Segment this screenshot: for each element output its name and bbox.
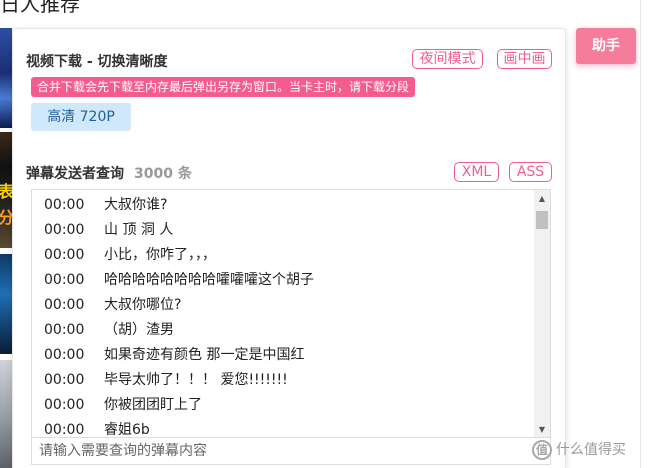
danmaku-time: 00:00 <box>44 372 85 388</box>
danmaku-content: 哈哈哈哈哈哈哈哈嚯嚯嚯这个胡子 <box>104 272 314 288</box>
merge-download-warning: 合并下载会先下载至内存最后弹出另存为窗口。当卡主时，请下载分段 <box>31 77 416 97</box>
background-heading: 日人推荐 <box>0 0 80 16</box>
danmaku-search-input[interactable] <box>31 437 551 465</box>
picture-in-picture-button[interactable]: 画中画 <box>497 49 552 69</box>
helper-panel: 视频下载 - 切换清晰度 夜间模式 画中画 合并下载会先下载至内存最后弹出另存为… <box>12 28 566 468</box>
watermark-text: 什么值得买 <box>556 442 626 458</box>
thumbnail-3[interactable] <box>0 254 12 354</box>
ass-download-button[interactable]: ASS <box>509 162 552 182</box>
scroll-up-arrow-icon[interactable]: ▲ <box>534 190 550 207</box>
xml-download-button[interactable]: XML <box>454 162 499 182</box>
danmaku-content: 如果奇迹有颜色 那一定是中国红 <box>104 347 305 363</box>
watermark-logo-icon: 值 <box>532 440 552 460</box>
danmaku-list[interactable]: 00:00 大叔你谁? 00:00 山 顶 洞 人 00:00 小比，你咋了，，， 0… <box>31 189 551 437</box>
danmaku-time: 00:00 <box>44 247 85 263</box>
danmaku-content: 你被团团盯上了 <box>104 397 202 413</box>
background-divider <box>640 0 641 468</box>
background-right-area <box>565 0 649 468</box>
danmaku-time: 00:00 <box>44 347 85 363</box>
danmaku-time: 00:00 <box>44 422 85 437</box>
thumbnail-2[interactable]: 表 分 <box>0 132 12 248</box>
watermark: 值什么值得买 <box>532 436 626 464</box>
danmaku-content: 大叔你哪位? <box>104 297 182 313</box>
danmaku-query-title: 弹幕发送者查询 3000 条 <box>26 163 192 183</box>
danmaku-time: 00:00 <box>44 322 85 338</box>
danmaku-list-scrollbar[interactable]: ▲ ▼ <box>534 190 550 437</box>
thumbnail-1[interactable] <box>0 28 12 128</box>
danmaku-time: 00:00 <box>44 222 85 238</box>
thumbnail-glyph: 表 <box>0 182 12 201</box>
danmaku-content: （胡）渣男 <box>104 322 174 338</box>
danmaku-content: 睿姐6b <box>104 422 150 437</box>
danmaku-time: 00:00 <box>44 272 85 288</box>
background-thumbnail-strip: 表 分 <box>0 28 12 468</box>
danmaku-content: 毕导太帅了！！！ 爱您!!!!!!! <box>104 372 288 388</box>
scrollbar-thumb[interactable] <box>536 211 548 229</box>
danmaku-count: 3000 条 <box>134 166 192 182</box>
helper-button[interactable]: 助手 <box>576 28 636 64</box>
quality-720p-button[interactable]: 高清 720P <box>31 103 131 131</box>
danmaku-time: 00:00 <box>44 197 85 213</box>
night-mode-button[interactable]: 夜间模式 <box>412 49 483 69</box>
thumbnail-glyph: 分 <box>0 208 12 227</box>
thumbnail-4[interactable] <box>0 360 12 468</box>
danmaku-query-title-text: 弹幕发送者查询 <box>26 166 124 182</box>
danmaku-content: 山 顶 洞 人 <box>104 222 174 238</box>
danmaku-time: 00:00 <box>44 297 85 313</box>
danmaku-content: 大叔你谁? <box>104 197 168 213</box>
scroll-down-arrow-icon[interactable]: ▼ <box>534 421 550 437</box>
danmaku-content: 小比，你咋了，，， <box>104 247 216 263</box>
video-download-title: 视频下载 - 切换清晰度 <box>26 54 168 70</box>
danmaku-time: 00:00 <box>44 397 85 413</box>
